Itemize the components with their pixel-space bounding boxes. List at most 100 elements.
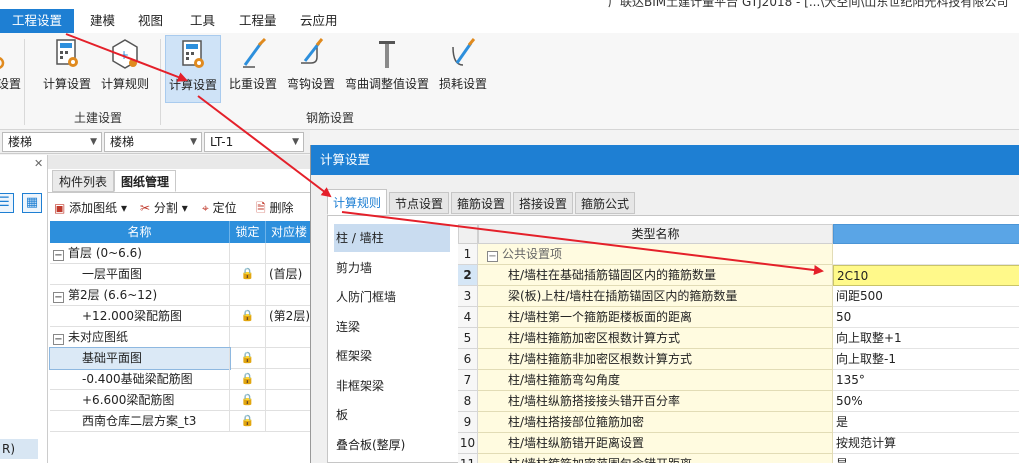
setting-name-text: 柱/墙柱箍筋加密区根数计算方式 — [508, 331, 681, 345]
partial-settings-button[interactable]: 设置 — [0, 35, 22, 103]
category-select[interactable]: 楼梯 ▼ — [2, 132, 102, 152]
table-row[interactable]: − 第2层 (6.6~12) — [50, 285, 312, 306]
setting-value[interactable]: 按规范计算 — [833, 433, 1019, 454]
table-row[interactable]: 8 柱/墙柱纵筋搭接接头错开百分率 50% — [458, 391, 1019, 412]
bend-adjust-settings-button[interactable]: 弯曲调整值设置 — [342, 35, 432, 103]
component-select[interactable]: LT-1 ▼ — [204, 132, 304, 152]
table-row[interactable]: 1− 公共设置项 — [458, 244, 1019, 265]
table-row[interactable]: 4 柱/墙柱第一个箍筋距楼板面的距离 50 — [458, 307, 1019, 328]
drawing-toolbar: ▣ 添加图纸 ▾ ✂ 分割 ▾ ⌖ 定位 🗎 删除 — [48, 192, 310, 220]
close-icon[interactable]: ✕ — [34, 157, 43, 170]
setting-value[interactable]: 向上取整-1 — [833, 349, 1019, 370]
tujian-calc-settings-button[interactable]: 计算设置 — [40, 35, 94, 103]
nav-item[interactable]: 人防门框墙 — [334, 283, 450, 311]
locate-button[interactable]: ⌖ 定位 — [202, 199, 237, 216]
nav-item[interactable]: 框架梁 — [334, 342, 450, 370]
drawing-name: -0.400基础梁配筋图 — [82, 372, 193, 386]
setting-value[interactable]: 135° — [833, 370, 1019, 391]
table-row[interactable]: 2 柱/墙柱在基础插筋锚固区内的箍筋数量 2C10 — [458, 265, 1019, 286]
setting-value[interactable]: 向上取整+1 — [833, 328, 1019, 349]
drawing-name: +12.000梁配筋图 — [82, 309, 183, 323]
table-row[interactable]: 基础平面图 🔒 — [49, 347, 312, 370]
table-row[interactable]: 7 柱/墙柱箍筋弯勾角度 135° — [458, 370, 1019, 391]
ribbon-separator — [24, 39, 25, 125]
menu-cloud[interactable]: 云应用 — [300, 10, 338, 32]
lock-icon[interactable]: 🔒 — [230, 348, 266, 369]
lock-icon[interactable] — [230, 327, 266, 348]
setting-value[interactable]: 2C10 — [833, 265, 1019, 286]
lock-icon[interactable]: 🔒 — [230, 390, 266, 411]
setting-name: 柱/墙柱纵筋搭接接头错开百分率 — [478, 391, 833, 412]
nav-item[interactable]: 柱 / 墙柱 — [334, 224, 450, 252]
partial-settings-label: 设置 — [0, 77, 21, 91]
lock-icon[interactable]: 🔒 — [230, 411, 266, 432]
table-row[interactable]: − 未对应图纸 — [50, 327, 312, 348]
tab-component-list[interactable]: 构件列表 — [52, 170, 115, 192]
lock-icon[interactable] — [230, 285, 266, 306]
grid-view-icon[interactable]: ▦ — [22, 193, 42, 213]
table-row[interactable]: 10 柱/墙柱纵筋错开距离设置 按规范计算 — [458, 433, 1019, 454]
collapse-icon[interactable]: − — [53, 292, 64, 303]
lock-icon[interactable]: 🔒 — [230, 264, 266, 285]
lock-icon[interactable] — [230, 243, 266, 264]
table-row[interactable]: +12.000梁配筋图 🔒 (第2层) — [50, 306, 312, 327]
menu-modeling[interactable]: 建模 — [90, 10, 115, 32]
table-row[interactable]: 西南仓库二层方案_t3 🔒 — [50, 411, 312, 432]
table-row[interactable]: 11 柱/墙柱箍筋加密范围包含错开距离 是 — [458, 454, 1019, 463]
setting-value[interactable]: 间距500 — [833, 286, 1019, 307]
tab-drawing-management[interactable]: 图纸管理 — [114, 170, 177, 192]
menu-project-settings[interactable]: 工程设置 — [0, 9, 74, 33]
tab-stirrup-formula[interactable]: 箍筋公式 — [575, 192, 636, 214]
table-row[interactable]: 5 柱/墙柱箍筋加密区根数计算方式 向上取整+1 — [458, 328, 1019, 349]
window-title: 广联达BIM土建计量平台 GTJ2018 - [...\大空间\山东世纪阳光科技… — [608, 0, 1009, 9]
loss-settings-button[interactable]: 损耗设置 — [436, 35, 490, 103]
tab-node-settings[interactable]: 节点设置 — [389, 192, 450, 214]
selector-row: 楼梯 ▼ 楼梯 ▼ LT-1 ▼ — [0, 130, 310, 154]
lock-icon[interactable]: 🔒 — [230, 369, 266, 390]
tujian-calc-rules-button[interactable]: + 计算规则 — [98, 35, 152, 103]
collapse-icon[interactable]: − — [53, 250, 64, 261]
split-button[interactable]: ✂ 分割 ▾ — [140, 199, 188, 216]
nav-item[interactable]: 剪力墙 — [334, 254, 450, 282]
table-row[interactable]: − 首层 (0~6.6) — [50, 243, 312, 264]
setting-value[interactable]: 50% — [833, 391, 1019, 412]
ribbon: 设置 计算设置 + 计算规则 土建设置 计算设置 比重设置 弯钩设置 弯曲调整值… — [0, 33, 1019, 130]
nav-item-partial[interactable]: R) — [0, 439, 38, 459]
setting-value[interactable]: 是 — [833, 454, 1019, 463]
rebar-calc-settings-button[interactable]: 计算设置 — [165, 35, 221, 103]
setting-value[interactable] — [833, 244, 1019, 265]
setting-value[interactable]: 50 — [833, 307, 1019, 328]
menu-view[interactable]: 视图 — [138, 10, 163, 32]
nav-item[interactable]: 板 — [334, 401, 450, 429]
lock-icon[interactable]: 🔒 — [230, 306, 266, 327]
tab-calc-rules[interactable]: 计算规则 — [327, 189, 388, 215]
floor-cell — [266, 411, 312, 432]
nav-item[interactable]: 连梁 — [334, 313, 450, 341]
type-select[interactable]: 楼梯 ▼ — [104, 132, 202, 152]
table-row[interactable]: 6 柱/墙柱箍筋非加密区根数计算方式 向上取整-1 — [458, 349, 1019, 370]
tab-lap-settings[interactable]: 搭接设置 — [513, 192, 574, 214]
hook-settings-button[interactable]: 弯钩设置 — [284, 35, 338, 103]
table-row[interactable]: +6.600梁配筋图 🔒 — [50, 390, 312, 411]
menu-tools[interactable]: 工具 — [190, 10, 215, 32]
add-drawing-button[interactable]: ▣ 添加图纸 ▾ — [54, 199, 127, 216]
setting-value[interactable]: 是 — [833, 412, 1019, 433]
menu-quantities[interactable]: 工程量 — [239, 10, 277, 32]
table-row[interactable]: -0.400基础梁配筋图 🔒 — [50, 369, 312, 390]
collapse-icon[interactable]: − — [487, 251, 498, 262]
tab-stirrup-settings[interactable]: 箍筋设置 — [451, 192, 512, 214]
floor-cell — [266, 390, 312, 411]
collapse-icon[interactable]: − — [53, 334, 64, 345]
table-row[interactable]: 9 柱/墙柱搭接部位箍筋加密 是 — [458, 412, 1019, 433]
bend-adjust-settings-label: 弯曲调整值设置 — [344, 77, 429, 91]
chevron-down-icon: ▼ — [190, 137, 197, 147]
nav-item[interactable]: 叠合板(整厚) — [334, 431, 450, 459]
nav-item[interactable]: 非框架梁 — [334, 372, 450, 400]
delete-button[interactable]: 🗎 删除 — [256, 199, 294, 220]
list-view-icon[interactable]: ☰ — [0, 193, 14, 213]
table-row[interactable]: 一层平面图 🔒 (首层) — [50, 264, 312, 285]
table-row[interactable]: 3 梁(板)上柱/墙柱在插筋锚固区内的箍筋数量 间距500 — [458, 286, 1019, 307]
gangjin-group-label: 钢筋设置 — [306, 111, 355, 125]
unit-weight-settings-button[interactable]: 比重设置 — [226, 35, 280, 103]
setting-name-text: 柱/墙柱搭接部位箍筋加密 — [508, 415, 645, 429]
